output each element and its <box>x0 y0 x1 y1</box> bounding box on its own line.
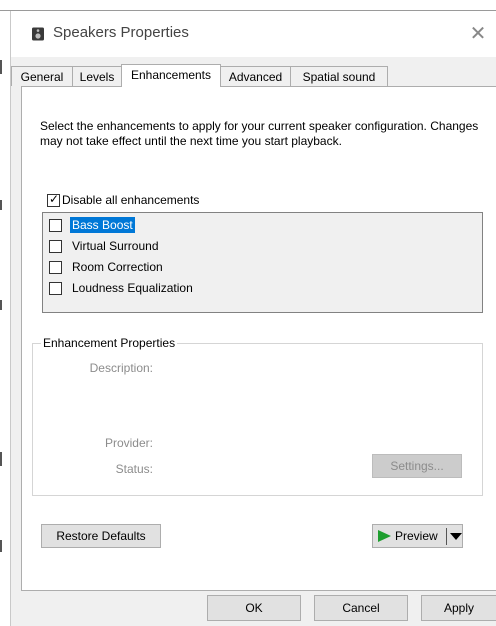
play-icon <box>378 530 391 542</box>
cancel-button[interactable]: Cancel <box>314 595 408 621</box>
provider-label: Provider: <box>104 436 153 450</box>
tab-general[interactable]: General <box>11 66 73 86</box>
tab-strip: General Levels Enhancements Advanced Spa… <box>11 64 496 87</box>
disable-all-label[interactable]: Disable all enhancements <box>62 193 199 207</box>
background-edge <box>0 0 496 10</box>
description-label: Description: <box>89 361 153 375</box>
settings-button[interactable]: Settings... <box>372 454 462 478</box>
enhancements-panel: Select the enhancements to apply for you… <box>21 86 496 591</box>
preview-split-button[interactable]: Preview <box>372 524 463 548</box>
room-correction-checkbox[interactable] <box>49 261 62 274</box>
enhancements-description: Select the enhancements to apply for you… <box>40 119 479 148</box>
split-divider <box>446 528 447 545</box>
disable-all-checkbox[interactable]: ✓ <box>47 192 60 207</box>
restore-defaults-button[interactable]: Restore Defaults <box>41 524 161 548</box>
close-button[interactable]: ✕ <box>463 19 493 49</box>
list-item-label[interactable]: Virtual Surround <box>70 238 161 254</box>
list-item-label[interactable]: Bass Boost <box>70 217 135 233</box>
preview-label[interactable]: Preview <box>395 525 438 547</box>
checkmark-icon: ✓ <box>49 192 60 206</box>
group-title: Enhancement Properties <box>41 336 178 350</box>
enhancements-list[interactable]: Bass Boost Virtual Surround Room Correct… <box>42 212 483 313</box>
window-title: Speakers Properties <box>53 24 189 41</box>
close-icon: ✕ <box>469 23 487 45</box>
title-bar[interactable]: Speakers Properties ✕ <box>11 11 496 57</box>
loudness-equalization-checkbox[interactable] <box>49 282 62 295</box>
status-label: Status: <box>115 462 153 476</box>
list-item-label[interactable]: Loudness Equalization <box>70 280 195 296</box>
tab-levels[interactable]: Levels <box>72 66 122 86</box>
speaker-icon <box>32 27 44 41</box>
tab-advanced[interactable]: Advanced <box>220 66 291 86</box>
speakers-properties-dialog: Speakers Properties ✕ General Levels Enh… <box>10 11 496 626</box>
enhancement-properties-group: Enhancement Properties Description: Prov… <box>32 336 483 496</box>
ok-button[interactable]: OK <box>207 595 301 621</box>
background-left-edge <box>0 0 2 626</box>
bass-boost-checkbox[interactable] <box>49 219 62 232</box>
apply-button[interactable]: Apply <box>421 595 496 621</box>
chevron-down-icon[interactable] <box>450 533 462 540</box>
tab-spatial-sound[interactable]: Spatial sound <box>290 66 388 86</box>
tab-enhancements[interactable]: Enhancements <box>121 64 221 87</box>
list-item-label[interactable]: Room Correction <box>70 259 165 275</box>
virtual-surround-checkbox[interactable] <box>49 240 62 253</box>
